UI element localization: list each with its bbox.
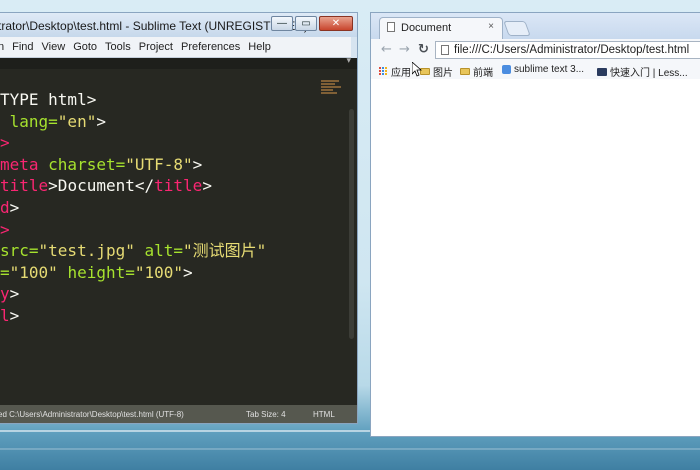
bookmark-frontend-folder[interactable]: 前端 <box>460 64 493 79</box>
code-token: src= <box>0 241 39 261</box>
code-token: y <box>0 284 10 304</box>
bookmark-apps[interactable]: 应用 <box>379 64 411 79</box>
code-token: "测试图片" <box>183 241 267 261</box>
browser-tab[interactable]: Document × <box>379 17 503 39</box>
menu-file[interactable]: n <box>0 41 8 53</box>
bookmark-sublime[interactable]: sublime text 3... <box>502 64 584 75</box>
navigation-bar: ← → ↻ file:///C:/Users/Administrator/Des… <box>371 39 700 61</box>
code-line[interactable]: d> <box>0 197 266 219</box>
window-controls: — ▭ ✕ <box>271 16 353 31</box>
code-line[interactable]: > <box>0 219 266 241</box>
code-token: > <box>192 154 203 174</box>
menu-bar: n Find View Goto Tools Project Preferenc… <box>0 37 351 58</box>
tab-close-icon[interactable]: × <box>488 21 494 32</box>
back-arrow-icon[interactable]: ← <box>381 42 392 57</box>
forward-arrow-icon[interactable]: → <box>399 42 410 57</box>
desktop-wave <box>0 448 700 450</box>
code-token: > <box>9 305 20 325</box>
code-token: "UTF-8" <box>125 154 193 174</box>
menu-view[interactable]: View <box>38 41 70 53</box>
code-token: >Document</ <box>48 176 155 196</box>
address-bar[interactable]: file:///C:/Users/Administrator/Desktop/t… <box>435 41 700 59</box>
browser-tab-row: Document × <box>371 13 700 39</box>
new-tab-button[interactable] <box>503 21 531 36</box>
page-icon <box>441 45 449 55</box>
sublime-titlebar[interactable]: trator\Desktop\test.html - Sublime Text … <box>0 13 357 37</box>
code-token: lang= <box>0 111 58 131</box>
menu-goto[interactable]: Goto <box>69 41 101 53</box>
code-token: > <box>0 133 10 153</box>
code-token: "100" <box>9 262 58 282</box>
address-url[interactable]: file:///C:/Users/Administrator/Desktop/t… <box>454 44 689 56</box>
minimize-button[interactable]: — <box>271 16 293 31</box>
code-editor[interactable]: TYPE html> lang="en"> > meta charset="UTF-… <box>0 69 357 405</box>
code-token: title <box>0 176 49 196</box>
code-token: alt= <box>134 241 184 261</box>
editor-scrollbar[interactable] <box>349 109 354 339</box>
code-token: TYPE html> <box>0 90 97 109</box>
window-title: trator\Desktop\test.html - Sublime Text … <box>0 19 308 33</box>
menu-project[interactable]: Project <box>135 41 177 53</box>
sublime-window: trator\Desktop\test.html - Sublime Text … <box>0 12 358 424</box>
close-button[interactable]: ✕ <box>319 16 353 31</box>
bookmark-label: 图片 <box>433 68 453 79</box>
document-icon <box>387 22 395 32</box>
code-line[interactable]: TYPE html> <box>0 89 266 111</box>
code-token: > <box>9 284 20 304</box>
code-token: "en" <box>57 111 97 131</box>
code-token: > <box>96 111 106 131</box>
menu-find[interactable]: Find <box>8 41 37 53</box>
code-token: > <box>183 262 193 282</box>
status-bar: ed C:\Users\Administrator\Desktop\test.h… <box>0 405 357 423</box>
code-token: l <box>0 305 10 325</box>
code-token: "100" <box>134 262 184 282</box>
code-line[interactable]: > <box>0 132 266 154</box>
bookmark-label: sublime text 3... <box>514 64 585 75</box>
bookmark-images-folder[interactable]: 图片 <box>420 64 453 79</box>
status-tab-size[interactable]: Tab Size: 4 <box>246 410 286 419</box>
code-line[interactable]: l> <box>0 305 266 327</box>
sublime-icon <box>502 65 511 74</box>
status-file-path: ed C:\Users\Administrator\Desktop\test.h… <box>0 409 184 419</box>
menu-preferences[interactable]: Preferences <box>177 41 244 53</box>
code-line[interactable]: ="100" height="100"> <box>0 262 266 284</box>
menu-help[interactable]: Help <box>244 41 275 53</box>
code-token: > <box>9 197 20 217</box>
maximize-button[interactable]: ▭ <box>295 16 317 31</box>
code-line[interactable]: meta charset="UTF-8"> <box>0 154 266 176</box>
less-icon <box>597 67 607 76</box>
mouse-cursor-icon <box>412 62 422 77</box>
code-token: = <box>0 262 10 282</box>
tab-title: Document <box>401 22 452 34</box>
code-line[interactable]: lang="en"> <box>0 111 266 133</box>
code-line[interactable]: src="test.jpg" alt="测试图片" <box>0 240 266 262</box>
bookmark-label: 快速入门 | Less... <box>610 68 688 79</box>
minimap[interactable] <box>321 79 343 101</box>
tab-overflow-icon[interactable]: ▾ <box>346 56 351 66</box>
code-token: title <box>154 176 203 196</box>
code-lines[interactable]: TYPE html> lang="en"> > meta charset="UTF-… <box>0 89 266 327</box>
bookmark-less[interactable]: 快速入门 | Less... <box>597 64 688 79</box>
apps-icon <box>379 67 388 76</box>
menu-tools[interactable]: Tools <box>101 41 135 53</box>
code-token: > <box>202 176 212 196</box>
code-line[interactable]: title>Document</title> <box>0 175 266 197</box>
code-token: > <box>0 219 10 239</box>
folder-icon <box>460 68 470 75</box>
bookmark-label: 前端 <box>473 68 493 79</box>
code-line[interactable]: y> <box>0 283 266 305</box>
code-token: meta <box>0 154 39 174</box>
status-syntax[interactable]: HTML <box>313 410 335 419</box>
reload-icon[interactable]: ↻ <box>418 42 429 57</box>
code-token: height= <box>57 262 135 282</box>
code-token: charset= <box>38 154 126 174</box>
code-token: d <box>0 197 10 217</box>
code-token: "test.jpg" <box>38 241 135 261</box>
bookmark-label: 应用 <box>391 68 411 79</box>
page-viewport[interactable] <box>371 79 700 436</box>
